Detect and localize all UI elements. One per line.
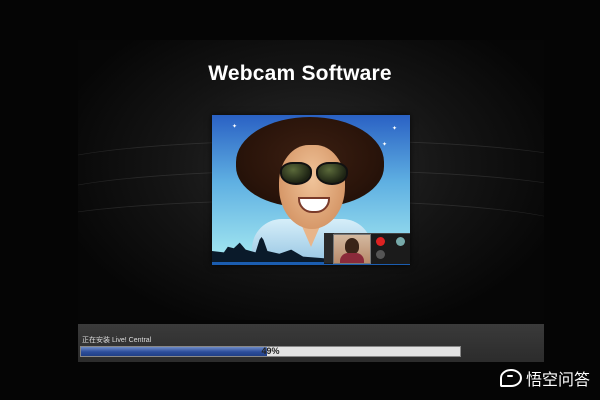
face-shape	[279, 145, 345, 229]
wukong-logo-icon	[499, 369, 522, 387]
mute-icon	[376, 250, 385, 259]
contact-icon	[396, 237, 405, 246]
video-call-thumbnail-icon	[333, 234, 371, 264]
star-icon: ✦	[382, 142, 388, 148]
watermark: 悟空问答	[499, 366, 590, 390]
installer-title: Webcam Software	[208, 62, 392, 85]
watermark-text: 悟空问答	[525, 372, 590, 389]
install-progress-bar: 49%	[80, 346, 461, 357]
end-call-icon	[376, 237, 385, 246]
glasses-portrait-icon	[278, 162, 348, 185]
star-icon: ✦	[392, 126, 398, 132]
install-status-text: 正在安装 Live! Central	[82, 337, 152, 344]
star-icon: ✦	[232, 124, 238, 130]
progress-percent-label: 49%	[261, 346, 280, 356]
